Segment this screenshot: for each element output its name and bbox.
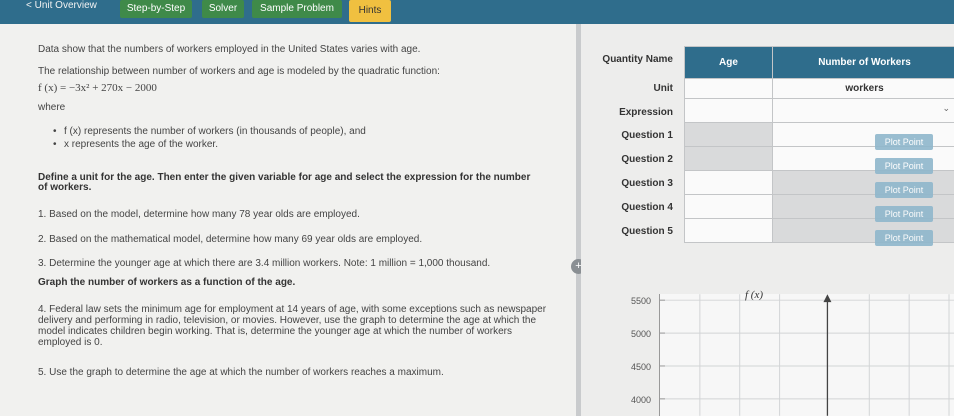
question-2-text: 2. Based on the mathematical model, dete… xyxy=(38,234,423,245)
intro-text: Data show that the numbers of workers em… xyxy=(38,44,421,55)
graph-heading: Graph the number of workers as a functio… xyxy=(38,277,296,288)
bullet-fx: f (x) represents the number of workers (… xyxy=(53,126,366,137)
y-tick-5500: 5500 xyxy=(630,296,651,306)
workers-unit: workers xyxy=(772,78,954,99)
header-age: Age xyxy=(684,46,773,79)
tab-step-by-step[interactable]: Step-by-Step xyxy=(120,0,192,18)
label-question-4: Question 4 xyxy=(621,202,673,213)
chevron-down-icon: ⌄ xyxy=(942,103,950,113)
plot-point-button-q2[interactable]: Plot Point xyxy=(875,158,933,174)
q4-age-input[interactable] xyxy=(684,194,773,219)
instruction-line1: Define a unit for the age. Then enter th… xyxy=(38,172,531,183)
label-question-5: Question 5 xyxy=(621,226,673,237)
age-expression-input[interactable] xyxy=(684,98,773,123)
function-axis-label: f (x) xyxy=(745,289,764,301)
y-axis-arrow-icon xyxy=(823,294,832,303)
tab-sample-problem[interactable]: Sample Problem xyxy=(252,0,342,18)
label-question-3: Question 3 xyxy=(621,178,673,189)
header-number-of-workers: Number of Workers xyxy=(772,46,954,79)
bullet-x: x represents the age of the worker. xyxy=(53,139,218,150)
question-3-text: 3. Determine the younger age at which th… xyxy=(38,258,491,269)
tab-hints[interactable]: Hints xyxy=(349,0,391,22)
y-tick-5000: 5000 xyxy=(630,329,651,339)
label-question-2: Question 2 xyxy=(621,154,673,165)
age-unit-input[interactable] xyxy=(684,78,773,99)
graph-canvas[interactable] xyxy=(659,294,954,416)
q1-age-cell xyxy=(684,122,773,147)
question-5-text: 5. Use the graph to determine the age at… xyxy=(38,367,444,378)
label-quantity-name: Quantity Name xyxy=(602,54,673,65)
y-tick-4500: 4500 xyxy=(630,362,651,372)
unit-overview-link[interactable]: < Unit Overview xyxy=(26,0,97,11)
label-unit: Unit xyxy=(653,83,673,94)
where-text: where xyxy=(38,102,66,113)
label-question-1: Question 1 xyxy=(621,130,673,141)
work-panel: Quantity Name Unit Expression Question 1… xyxy=(581,24,954,416)
plot-point-button-q5[interactable]: Plot Point xyxy=(875,230,933,246)
label-expression: Expression xyxy=(619,107,673,118)
y-tick-4000: 4000 xyxy=(630,395,651,405)
plot-point-button-q1[interactable]: Plot Point xyxy=(875,134,933,150)
expression-select[interactable]: ⌄ xyxy=(772,98,954,123)
q2-age-cell xyxy=(684,146,773,171)
problem-panel: Data show that the numbers of workers em… xyxy=(0,24,576,416)
plot-point-button-q3[interactable]: Plot Point xyxy=(875,182,933,198)
question-1-text: 1. Based on the model, determine how man… xyxy=(38,209,360,220)
instruction-line2: of workers. xyxy=(38,182,92,193)
q5-age-input[interactable] xyxy=(684,218,773,243)
function-expression: f (x) = −3x² + 270x − 2000 xyxy=(38,82,157,94)
question-4-text: 4. Federal law sets the minimum age for … xyxy=(38,304,547,348)
model-intro-text: The relationship between number of worke… xyxy=(38,66,440,77)
plot-point-button-q4[interactable]: Plot Point xyxy=(875,206,933,222)
top-nav: < Unit Overview Step-by-Step Solver Samp… xyxy=(0,0,954,24)
tab-solver[interactable]: Solver xyxy=(202,0,244,18)
q3-age-input[interactable] xyxy=(684,170,773,195)
